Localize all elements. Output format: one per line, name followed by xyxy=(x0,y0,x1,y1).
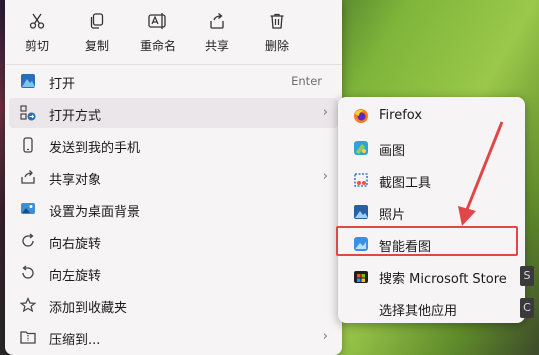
annotation-arrow xyxy=(458,121,504,226)
edge-key-c: C xyxy=(520,298,534,318)
edge-key-s: S xyxy=(520,266,534,286)
